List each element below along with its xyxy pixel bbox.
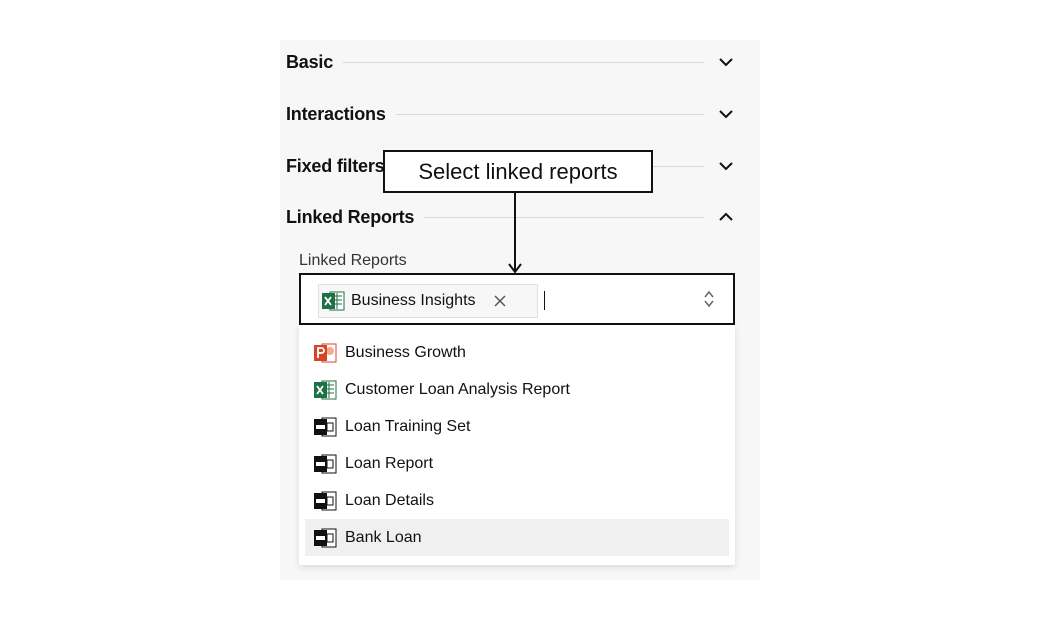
chevron-down-icon[interactable] (716, 52, 736, 72)
csv-icon (313, 416, 337, 438)
csv-icon (313, 490, 337, 512)
section-divider (424, 216, 704, 218)
section-divider (395, 113, 704, 115)
list-item[interactable]: Loan Training Set (305, 408, 729, 445)
section-divider (343, 61, 704, 63)
settings-panel: Basic Interactions Fixed filters Linked … (280, 40, 760, 580)
selected-tag: Business Insights (318, 284, 538, 318)
csv-icon (313, 527, 337, 549)
powerpoint-icon (313, 342, 337, 364)
section-title: Interactions (286, 103, 386, 124)
list-item-label: Business Growth (345, 343, 466, 361)
selected-tag-label: Business Insights (351, 292, 476, 309)
list-item[interactable]: Loan Details (305, 482, 729, 519)
list-item[interactable]: Customer Loan Analysis Report (305, 371, 729, 408)
list-item-label: Loan Details (345, 491, 434, 509)
list-item[interactable]: Business Growth (305, 334, 729, 371)
csv-icon (313, 453, 337, 475)
text-cursor (544, 291, 545, 310)
excel-icon (313, 379, 337, 401)
section-title: Fixed filters (286, 155, 385, 176)
list-item-highlighted[interactable]: Bank Loan (305, 519, 729, 556)
excel-icon (321, 290, 345, 312)
chevron-down-icon[interactable] (716, 104, 736, 124)
chevron-down-icon[interactable] (716, 156, 736, 176)
section-interactions[interactable]: Interactions (286, 99, 746, 129)
list-item-label: Loan Report (345, 454, 434, 472)
dropdown-list: Business Growth Customer Loan Analysis R… (299, 325, 735, 565)
list-item-label: Bank Loan (345, 528, 422, 546)
close-icon[interactable] (492, 293, 508, 309)
annotation-arrow (508, 192, 522, 274)
chevron-up-icon[interactable] (716, 207, 736, 227)
section-title: Linked Reports (286, 206, 415, 227)
annotation-callout: Select linked reports (383, 150, 653, 193)
list-item-label: Loan Training Set (345, 417, 471, 435)
linked-reports-select[interactable]: Business Insights (299, 273, 735, 325)
section-title: Basic (286, 51, 334, 72)
list-item-label: Customer Loan Analysis Report (345, 380, 570, 398)
sort-icon[interactable] (703, 289, 715, 314)
linked-reports-label: Linked Reports (299, 252, 407, 269)
section-basic[interactable]: Basic (286, 47, 746, 77)
list-item[interactable]: Loan Report (305, 445, 729, 482)
